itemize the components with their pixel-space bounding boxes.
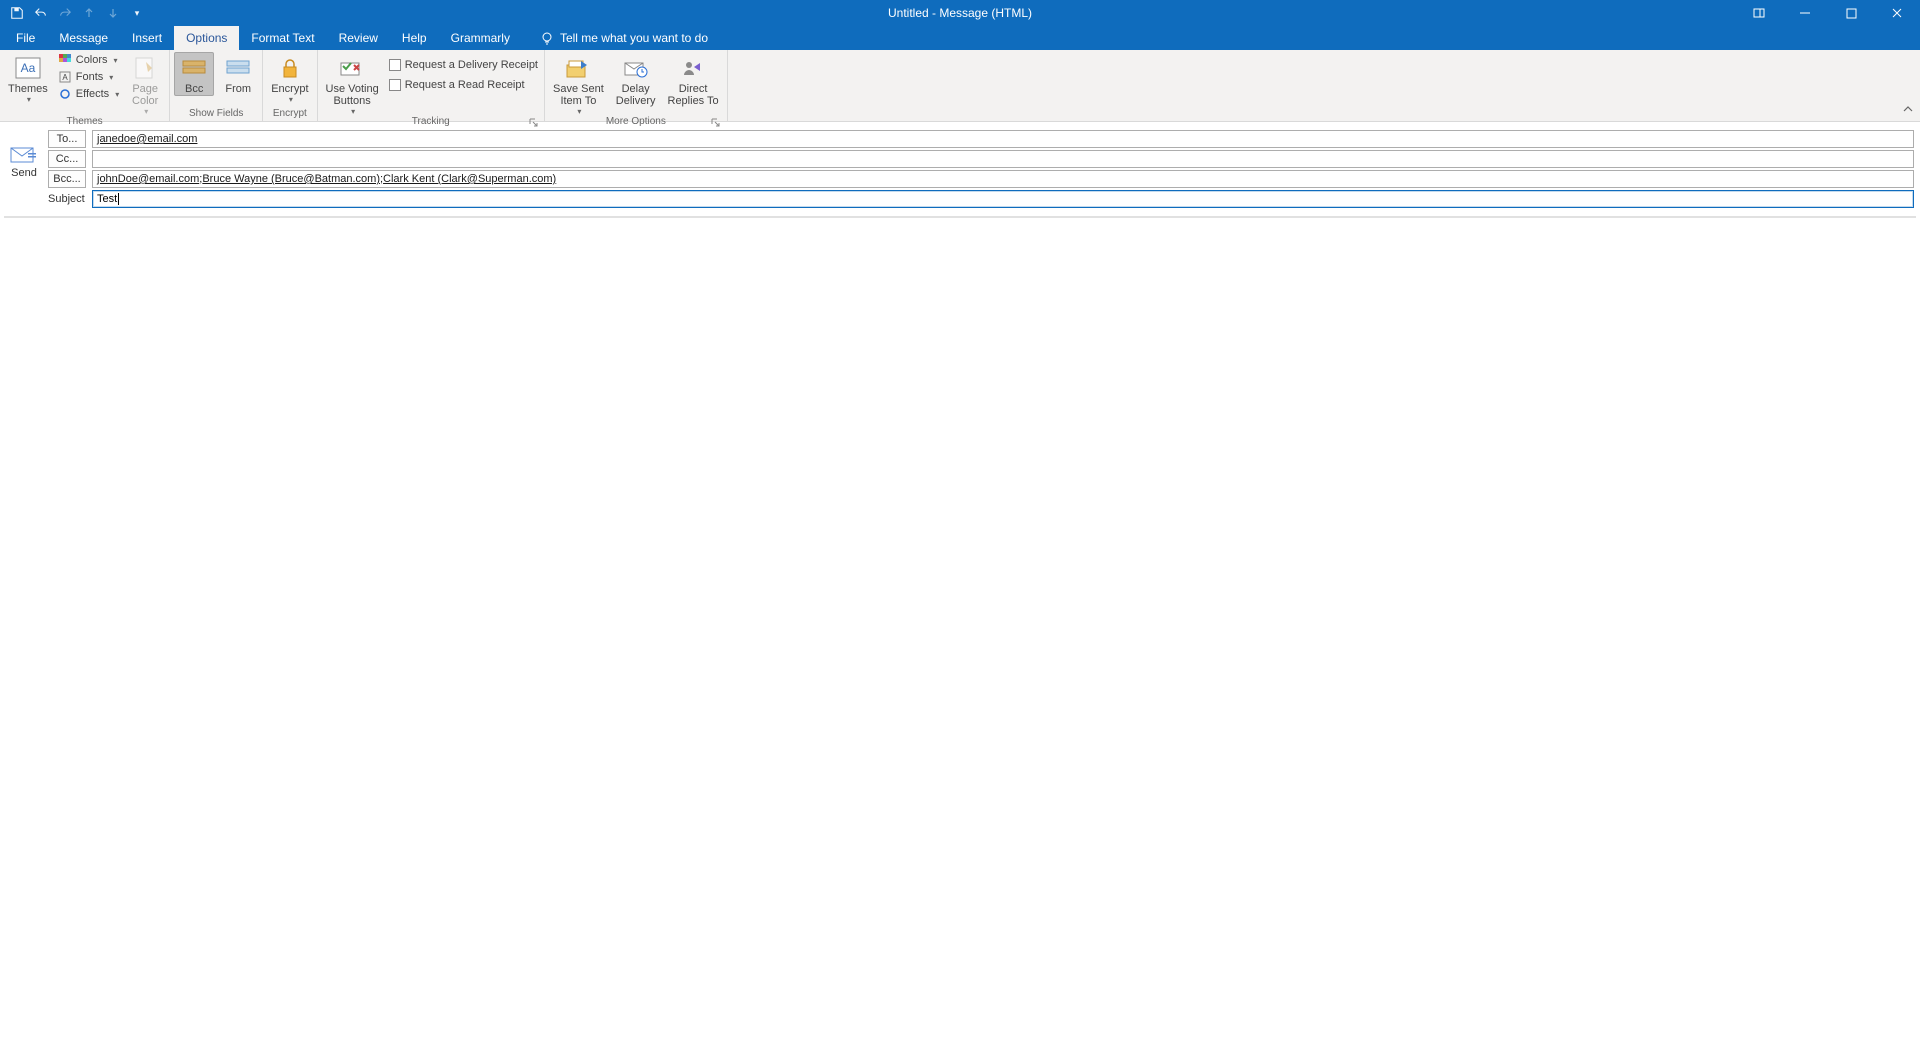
window-title: Untitled - Message (HTML): [888, 6, 1032, 20]
lightbulb-icon: [540, 31, 554, 45]
dialog-launcher-icon[interactable]: [528, 118, 538, 128]
bcc-button[interactable]: Bcc...: [48, 170, 86, 188]
group-label-more-options: More Options: [549, 116, 723, 129]
group-more-options: Save Sent Item To▾ Delay Delivery Direct…: [545, 50, 728, 121]
maximize-button[interactable]: [1828, 0, 1874, 26]
message-body[interactable]: [4, 216, 1916, 1038]
bcc-icon: [178, 54, 210, 82]
svg-text:Aa: Aa: [21, 61, 36, 75]
voting-icon: [336, 54, 368, 82]
group-label-tracking: Tracking: [322, 116, 541, 129]
save-sent-item-to[interactable]: Save Sent Item To▾: [549, 52, 608, 116]
compose-header: Send To... janedoe@email.com Cc... Bcc..…: [0, 122, 1920, 212]
group-themes: Aa Themes▾ Colors▾ AFonts▾ Effects▾ Page…: [0, 50, 170, 121]
direct-replies-to[interactable]: Direct Replies To: [664, 52, 723, 107]
tab-grammarly[interactable]: Grammarly: [439, 26, 522, 50]
collapse-ribbon-icon[interactable]: [1902, 101, 1914, 119]
tab-file[interactable]: File: [4, 26, 47, 50]
effects-icon: [58, 87, 72, 101]
tab-insert[interactable]: Insert: [120, 26, 174, 50]
use-voting-buttons[interactable]: Use Voting Buttons▾: [322, 52, 383, 116]
from-icon: [222, 54, 254, 82]
undo-icon[interactable]: [34, 6, 48, 20]
tab-message[interactable]: Message: [47, 26, 120, 50]
send-icon: [10, 145, 38, 163]
dialog-launcher-icon[interactable]: [711, 118, 721, 128]
from-toggle[interactable]: From: [218, 52, 258, 95]
ribbon: Aa Themes▾ Colors▾ AFonts▾ Effects▾ Page…: [0, 50, 1920, 122]
qat-customize-icon[interactable]: ▾: [130, 6, 144, 20]
to-button[interactable]: To...: [48, 130, 86, 148]
themes-button[interactable]: Aa Themes▾: [4, 52, 52, 104]
quick-access-toolbar: ▾: [0, 6, 144, 20]
cc-field[interactable]: [92, 150, 1914, 168]
ribbon-display-options[interactable]: [1736, 0, 1782, 26]
tab-options[interactable]: Options: [174, 26, 239, 50]
svg-text:A: A: [62, 73, 68, 82]
lock-icon: [274, 54, 306, 82]
tell-me-search[interactable]: Tell me what you want to do: [534, 26, 714, 50]
encrypt-button[interactable]: Encrypt▾: [267, 52, 312, 104]
colors-icon: [58, 53, 72, 67]
delay-delivery-icon: [620, 54, 652, 82]
group-show-fields: Bcc From Show Fields: [170, 50, 263, 121]
checkbox-icon: [389, 79, 401, 91]
titlebar: ▾ Untitled - Message (HTML): [0, 0, 1920, 26]
minimize-button[interactable]: [1782, 0, 1828, 26]
tab-help[interactable]: Help: [390, 26, 439, 50]
colors-button[interactable]: Colors▾: [56, 52, 121, 68]
tell-me-label: Tell me what you want to do: [560, 31, 708, 45]
group-encrypt: Encrypt▾ Encrypt: [263, 50, 317, 121]
bcc-field[interactable]: johnDoe@email.com; Bruce Wayne (Bruce@Ba…: [92, 170, 1914, 188]
prev-item-icon[interactable]: [82, 6, 96, 20]
group-tracking: Use Voting Buttons▾ Request a Delivery R…: [318, 50, 546, 121]
fonts-icon: A: [58, 70, 72, 84]
subject-field[interactable]: Test: [92, 190, 1914, 208]
subject-label: Subject: [48, 193, 86, 205]
bcc-toggle[interactable]: Bcc: [174, 52, 214, 96]
chevron-down-icon: ▾: [27, 95, 31, 104]
checkbox-icon: [389, 59, 401, 71]
request-delivery-receipt[interactable]: Request a Delivery Receipt: [387, 58, 540, 72]
direct-replies-icon: [677, 54, 709, 82]
ribbon-tabs: File Message Insert Options Format Text …: [0, 26, 1920, 50]
delay-delivery[interactable]: Delay Delivery: [612, 52, 660, 107]
fonts-button[interactable]: AFonts▾: [56, 69, 121, 85]
themes-icon: Aa: [12, 54, 44, 82]
window-controls: [1736, 0, 1920, 26]
redo-icon[interactable]: [58, 6, 72, 20]
page-color-icon: [129, 54, 161, 82]
text-cursor: [118, 193, 119, 205]
save-sent-icon: [562, 54, 594, 82]
cc-button[interactable]: Cc...: [48, 150, 86, 168]
effects-button[interactable]: Effects▾: [56, 86, 121, 102]
save-icon[interactable]: [10, 6, 24, 20]
page-color-button[interactable]: Page Color▾: [125, 52, 165, 116]
group-label-themes: Themes: [4, 116, 165, 129]
tab-review[interactable]: Review: [327, 26, 390, 50]
request-read-receipt[interactable]: Request a Read Receipt: [387, 78, 540, 92]
group-label-show-fields: Show Fields: [174, 108, 258, 121]
close-button[interactable]: [1874, 0, 1920, 26]
to-field[interactable]: janedoe@email.com: [92, 130, 1914, 148]
tab-format-text[interactable]: Format Text: [239, 26, 326, 50]
group-label-encrypt: Encrypt: [267, 108, 312, 121]
send-button[interactable]: Send: [4, 130, 44, 208]
next-item-icon[interactable]: [106, 6, 120, 20]
